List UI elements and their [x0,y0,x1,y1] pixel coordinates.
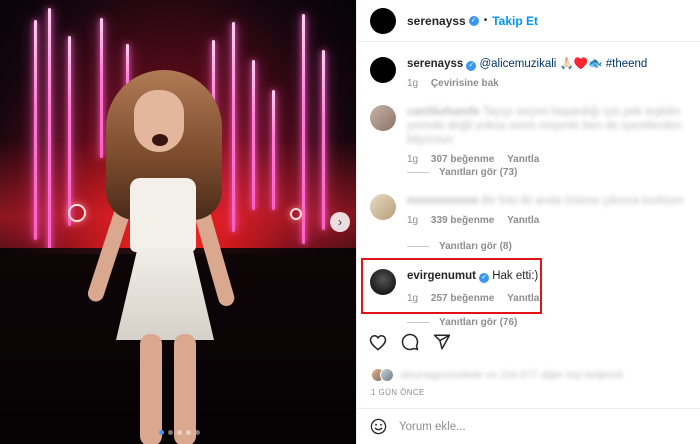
post-image[interactable]: › [0,0,356,444]
verified-badge-icon: ✓ [468,15,479,26]
view-replies-label: Yanıtları gör (73) [439,167,518,178]
comment-likes[interactable]: 339 beğenme [431,215,494,226]
header-separator: • [483,15,488,26]
carousel-dot [168,430,173,435]
reply-button[interactable]: Yanıtla [507,154,539,165]
reply-button[interactable]: Yanıtla [507,215,539,226]
carousel-dot [177,430,182,435]
caption-emoji: 🙏🏻♥️🐟 [559,58,603,70]
header-username[interactable]: serenayss [407,14,466,28]
neon-light [34,20,37,240]
stage-light-ring [68,204,86,222]
avatar [380,368,394,382]
avatar[interactable] [370,194,396,220]
avatar[interactable] [370,7,396,34]
caption-time: 1g [407,78,419,89]
chevron-right-icon[interactable]: › [330,212,350,232]
avatar[interactable] [370,105,396,131]
view-replies-label: Yanıtları gör (8) [439,241,512,252]
comments-list: serenayss ✓ @alicemuzikali 🙏🏻♥️🐟 #theend … [357,43,700,331]
caption-mention[interactable]: @alicemuzikali [479,58,556,70]
follow-button[interactable]: Takip Et [492,14,538,28]
heart-icon[interactable] [369,334,387,351]
translate-button[interactable]: Çevirisine bak [431,78,499,89]
avatar[interactable] [370,57,396,83]
neon-light [272,90,275,210]
comment-text: Bir foto iki anda önüme çıkınca korktum [481,195,684,207]
likes-summary[interactable]: aleynagunesdede ve 234.677 diğer kişi be… [371,368,622,382]
smiley-icon[interactable] [370,418,387,435]
share-icon[interactable] [433,333,451,351]
view-replies-button[interactable]: Yanıtları gör (73) [407,167,517,178]
neon-light [48,8,51,258]
post-timestamp: 1 GÜN ÖNCE [371,388,425,397]
comment-likes[interactable]: 307 beğenme [431,154,494,165]
neon-light [68,36,71,226]
likes-summary-text: aleynagunesdede ve 234.677 diğer kişi be… [400,369,623,381]
comment-username[interactable]: mmmmmmm [407,195,479,207]
image-carousel-dots [159,430,200,435]
comment-username[interactable]: canlikehande [407,106,480,118]
view-replies-button[interactable]: Yanıtları gör (76) [407,317,517,328]
person-figure [85,62,242,444]
caption-username[interactable]: serenayss [407,58,463,70]
carousel-dot [159,430,164,435]
view-replies-button[interactable]: Yanıtları gör (8) [407,241,512,252]
add-comment-bar: Yorum ekle... [357,408,700,444]
post-side-panel: serenayss ✓ • Takip Et serenayss ✓ @alice… [356,0,700,444]
comment-time: 1g [407,215,419,226]
verified-badge-icon: ✓ [466,61,477,71]
comment-time: 1g [407,154,419,165]
comment-icon[interactable] [401,333,419,351]
post-header: serenayss ✓ • Takip Et [357,0,700,42]
carousel-dot [186,430,191,435]
view-replies-label: Yanıtları gör (76) [439,317,518,328]
carousel-dot [195,430,200,435]
stage-light-ring [290,208,302,220]
caption-hashtag[interactable]: #theend [606,58,648,70]
comment-input[interactable]: Yorum ekle... [399,421,466,433]
neon-light [252,60,255,210]
highlight-box [361,258,542,314]
neon-light [322,50,325,230]
post-actions [369,333,451,351]
neon-light [302,14,305,244]
